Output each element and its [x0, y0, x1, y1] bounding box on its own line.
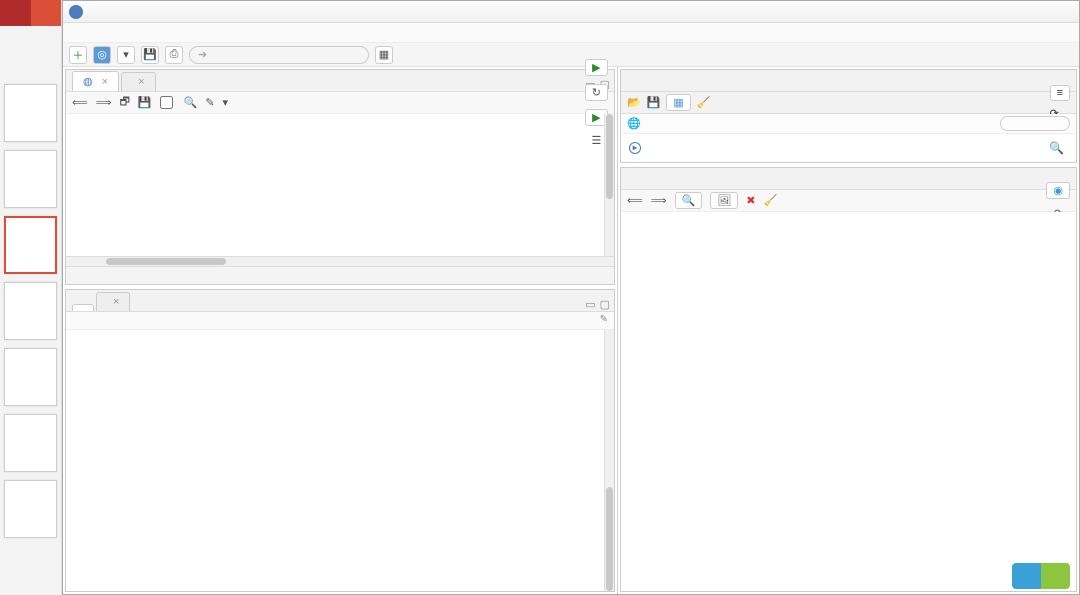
- save-icon[interactable]: 💾: [647, 96, 661, 109]
- source-toolbar: ⟸ ⟹ 🗗 💾 🔍 ✎ ▾ ▶ ↻ ▶ ☰: [66, 92, 614, 114]
- slide-thumbnail[interactable]: [4, 414, 57, 472]
- export-dropdown[interactable]: 🖼: [710, 192, 738, 209]
- slide-thumbnail[interactable]: [4, 282, 57, 340]
- maximize-button[interactable]: [1011, 1, 1045, 23]
- tab-jobs[interactable]: ×: [96, 292, 130, 311]
- inspect-icon[interactable]: 🔍: [1049, 141, 1064, 155]
- slide-thumbnail[interactable]: [4, 150, 57, 208]
- tab-melanom[interactable]: ×: [121, 72, 155, 91]
- env-data-section: ▶ 🔍: [621, 134, 1076, 160]
- maximize-pane-icon[interactable]: ▢: [600, 298, 610, 311]
- save-all-button[interactable]: ⎙: [165, 46, 183, 64]
- rstudio-icon: [69, 5, 83, 19]
- console-tabs: × ▭ ▢: [66, 290, 614, 312]
- save-button[interactable]: 💾: [141, 46, 159, 64]
- save-icon[interactable]: 💾: [138, 96, 152, 109]
- tab-ch08[interactable]: ◍ ×: [72, 71, 119, 91]
- remove-plot-icon[interactable]: ✖: [746, 194, 755, 207]
- publish-dropdown[interactable]: ◉: [1046, 182, 1070, 199]
- background-powerpoint-strip: [0, 0, 62, 595]
- clear-console-icon[interactable]: ✎: [600, 314, 608, 325]
- slide-thumbnail[interactable]: [4, 216, 57, 274]
- source-tabs: ◍ × × ▭ ▢: [66, 70, 614, 92]
- ppt-quick-format[interactable]: [0, 51, 31, 76]
- slide-thumbnail[interactable]: [4, 84, 57, 142]
- minimize-button[interactable]: [977, 1, 1011, 23]
- close-icon[interactable]: ×: [138, 76, 144, 88]
- rerun-button[interactable]: ↻: [585, 84, 608, 101]
- source-on-save-checkbox[interactable]: [160, 96, 176, 109]
- minimize-pane-icon[interactable]: ▭: [585, 298, 595, 311]
- plot-area: [621, 212, 1076, 591]
- env-search-input[interactable]: [1000, 116, 1070, 131]
- titlebar[interactable]: [63, 1, 1079, 23]
- r-icon: 🌐: [627, 117, 641, 130]
- next-plot-icon[interactable]: ⟹: [651, 194, 667, 207]
- editor-statusbar: [66, 266, 614, 284]
- menubar: [63, 23, 1079, 43]
- run-button[interactable]: ▶: [585, 59, 607, 76]
- tab-console[interactable]: [72, 304, 94, 311]
- new-file-button[interactable]: ＋: [69, 46, 87, 64]
- env-toolbar: 📂 💾 ▦ 🧹 ≡ ⟳: [621, 92, 1076, 114]
- main-toolbar: ＋ ◎ ▾ 💾 ⎙ ➜ ▦: [63, 43, 1079, 67]
- zoom-button[interactable]: 🔍: [675, 192, 703, 209]
- editor-hscrollbar[interactable]: [66, 256, 614, 266]
- code-editor[interactable]: [66, 114, 614, 256]
- import-dataset-dropdown[interactable]: ▦: [666, 94, 690, 111]
- env-scope-bar: 🌐: [621, 114, 1076, 134]
- broom-icon[interactable]: 🧹: [697, 96, 711, 109]
- forward-icon[interactable]: ⟹: [96, 96, 112, 109]
- compile-icon[interactable]: ▾: [223, 96, 229, 109]
- view-list-dropdown[interactable]: ≡: [1050, 85, 1070, 101]
- slide-thumbnail[interactable]: [4, 348, 57, 406]
- env-variable-row[interactable]: ▶ 🔍: [629, 140, 1068, 156]
- close-icon[interactable]: ×: [102, 76, 108, 88]
- plots-toolbar: ⟸ ⟹ 🔍 🖼 ✖ 🧹 ◉ ⟳: [621, 190, 1076, 212]
- ppt-tab-insert[interactable]: [31, 0, 62, 26]
- console-vscrollbar[interactable]: [606, 487, 613, 591]
- close-button[interactable]: [1045, 1, 1079, 23]
- prev-plot-icon[interactable]: ⟸: [627, 194, 643, 207]
- load-icon[interactable]: 📂: [627, 96, 641, 109]
- ppt-quick-copy[interactable]: [0, 26, 31, 51]
- ppt-quick-cut[interactable]: [31, 26, 62, 51]
- grid-button[interactable]: ▦: [375, 46, 393, 64]
- show-in-new-icon[interactable]: 🗗: [120, 93, 130, 112]
- wand-icon[interactable]: ✎: [205, 96, 214, 109]
- ppt-quick-slide[interactable]: [31, 51, 62, 76]
- clear-all-icon[interactable]: 🧹: [763, 194, 777, 207]
- open-button[interactable]: ▾: [117, 46, 135, 64]
- find-icon[interactable]: 🔍: [184, 96, 198, 109]
- rstudio-window: ＋ ◎ ▾ 💾 ⎙ ➜ ▦ ◍ × × ▭ ▢ ⟸: [62, 0, 1080, 595]
- slide-thumbnail[interactable]: [4, 480, 57, 538]
- env-tabs: [621, 70, 1076, 92]
- console-output[interactable]: [66, 330, 614, 591]
- console-path: ✎: [66, 312, 614, 330]
- new-project-button[interactable]: ◎: [93, 46, 111, 64]
- expand-icon[interactable]: ▶: [629, 142, 641, 154]
- watermark-logo: [1012, 563, 1070, 591]
- editor-vscrollbar[interactable]: [606, 114, 613, 199]
- survival-plot: [643, 222, 943, 372]
- plots-tabs: [621, 168, 1076, 190]
- ppt-tab-start[interactable]: [0, 0, 31, 26]
- goto-file-input[interactable]: ➜: [189, 46, 369, 64]
- back-icon[interactable]: ⟸: [72, 96, 88, 109]
